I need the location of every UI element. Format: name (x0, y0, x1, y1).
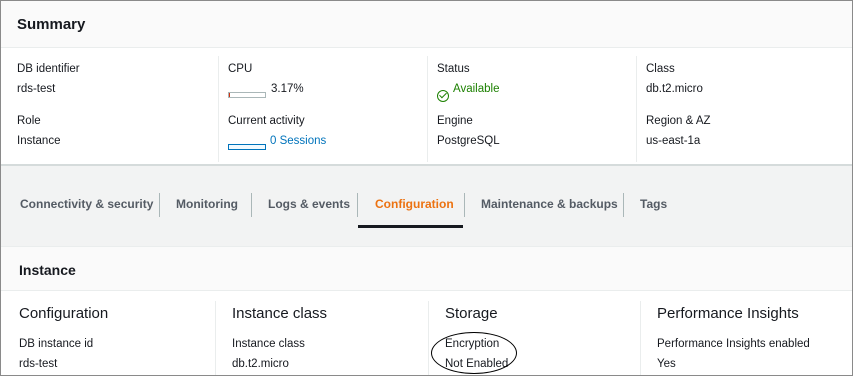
instance-title: Instance (19, 262, 76, 278)
field-label: DB instance id (19, 338, 94, 350)
tab-separator (159, 193, 160, 217)
summary-col-cpu: CPU 3.17% Current activity 0 Sessions (218, 56, 418, 162)
role-value: Instance (17, 135, 61, 147)
encryption-value: Not Enabled (445, 358, 509, 370)
tab-monitoring[interactable]: Monitoring (176, 197, 238, 211)
tab-maintenance-backups[interactable]: Maintenance & backups (481, 197, 618, 211)
summary-body: DB identifier rds-test Role Instance CPU… (1, 48, 852, 164)
region-label: Region & AZ (646, 115, 711, 127)
summary-header: Summary (1, 1, 852, 48)
instance-col-storage: Storage Encryption Not Enabled (428, 301, 638, 375)
check-circle-icon (437, 90, 449, 102)
tab-separator (464, 193, 465, 217)
instance-col-performance-insights: Performance Insights Performance Insight… (640, 301, 850, 375)
role-label: Role (17, 115, 41, 127)
db-identifier-label: DB identifier (17, 63, 80, 75)
tab-logs-events[interactable]: Logs & events (268, 197, 350, 211)
instance-body: Configuration DB instance id rds-test In… (1, 291, 852, 375)
tab-configuration[interactable]: Configuration (375, 197, 454, 211)
tab-separator (251, 193, 252, 217)
summary-col-identifier: DB identifier rds-test Role Instance (17, 56, 207, 162)
current-activity-label: Current activity (228, 115, 305, 127)
encryption-label: Encryption (445, 338, 500, 350)
engine-label: Engine (437, 115, 473, 127)
instance-col-instance-class: Instance class Instance class db.t2.micr… (215, 301, 425, 375)
field-value: db.t2.micro (232, 358, 289, 370)
tab-separator (623, 193, 624, 217)
class-label: Class (646, 63, 675, 75)
cpu-progress-fill (229, 93, 230, 97)
column-heading: Instance class (232, 305, 328, 322)
field-label: Performance Insights enabled (657, 338, 810, 350)
sessions-link[interactable]: 0 Sessions (270, 135, 326, 147)
class-value: db.t2.micro (646, 83, 703, 95)
status-label: Status (437, 63, 470, 75)
sessions-progress-bar (228, 144, 266, 150)
cpu-value: 3.17% (271, 83, 304, 95)
field-value: Yes (657, 358, 676, 370)
instance-col-configuration: Configuration DB instance id rds-test (19, 301, 214, 375)
tab-connectivity-security[interactable]: Connectivity & security (20, 197, 153, 211)
db-identifier-value: rds-test (17, 83, 56, 95)
section-gap (1, 228, 852, 246)
column-heading: Configuration (19, 305, 109, 322)
cpu-progress-bar (228, 92, 266, 98)
tab-tags[interactable]: Tags (640, 197, 667, 211)
region-value: us-east-1a (646, 135, 701, 147)
summary-title: Summary (17, 16, 86, 33)
detail-tabs: Connectivity & security Monitoring Logs … (1, 166, 852, 228)
status-value: Available (453, 83, 500, 95)
cpu-label: CPU (228, 63, 253, 75)
rds-instance-panel: Summary DB identifier rds-test Role Inst… (0, 0, 853, 376)
field-label: Instance class (232, 338, 305, 350)
instance-header: Instance (1, 246, 852, 291)
summary-col-status: Status Available Engine PostgreSQL (427, 56, 627, 162)
column-heading: Storage (445, 305, 498, 322)
engine-value: PostgreSQL (437, 135, 500, 147)
column-heading: Performance Insights (657, 305, 799, 322)
field-value: rds-test (19, 358, 58, 370)
tab-separator (357, 193, 358, 217)
summary-col-class: Class db.t2.micro Region & AZ us-east-1a (636, 56, 836, 162)
